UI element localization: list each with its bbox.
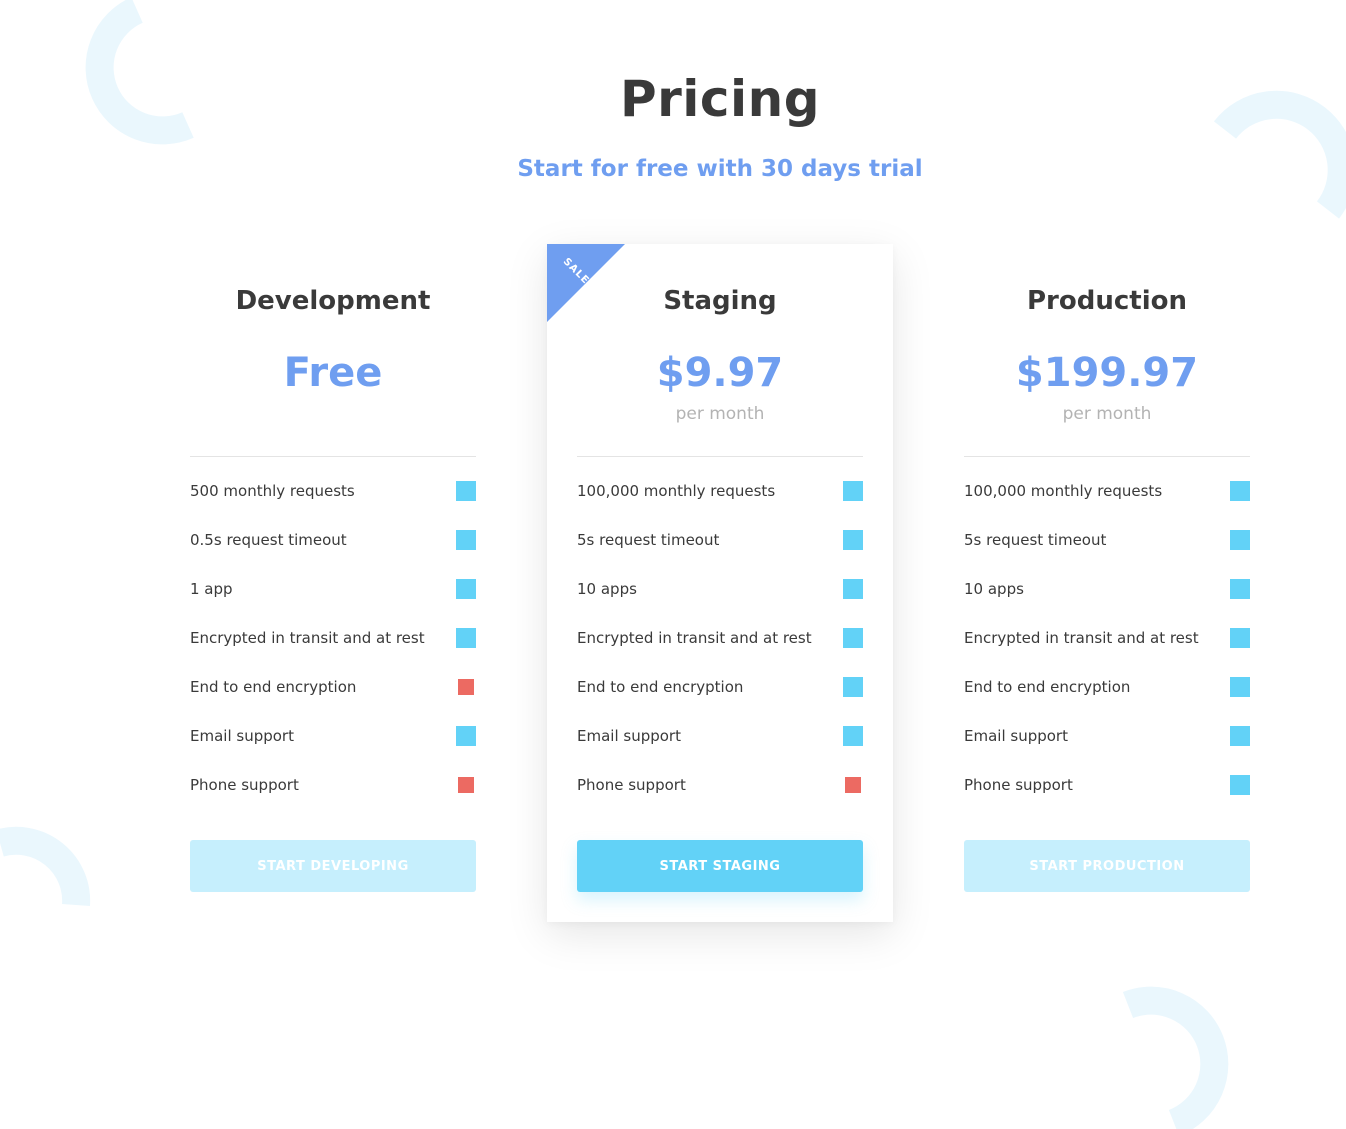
check-included-icon xyxy=(456,530,476,550)
check-included-icon xyxy=(456,628,476,648)
feature-label: 0.5s request timeout xyxy=(190,531,347,549)
check-included-icon xyxy=(843,530,863,550)
feature-item: Encrypted in transit and at rest xyxy=(190,628,476,677)
feature-item: 5s request timeout xyxy=(964,530,1250,579)
feature-item: 100,000 monthly requests xyxy=(964,481,1250,530)
feature-item: Encrypted in transit and at rest xyxy=(964,628,1250,677)
feature-list: 500 monthly requests 0.5s request timeou… xyxy=(190,481,476,824)
check-included-icon xyxy=(456,481,476,501)
check-excluded-icon xyxy=(458,777,474,793)
decor-arc-bottom-right xyxy=(1122,986,1229,1129)
feature-label: 5s request timeout xyxy=(964,531,1107,549)
check-included-icon xyxy=(1230,775,1250,795)
feature-label: Encrypted in transit and at rest xyxy=(577,629,812,647)
feature-label: Phone support xyxy=(190,776,299,794)
check-included-icon xyxy=(1230,677,1250,697)
feature-item: Email support xyxy=(577,726,863,775)
page-subtitle: Start for free with 30 days trial xyxy=(517,156,923,182)
feature-item: End to end encryption xyxy=(577,677,863,726)
feature-item: 0.5s request timeout xyxy=(190,530,476,579)
feature-label: Email support xyxy=(577,727,681,745)
feature-label: Email support xyxy=(964,727,1068,745)
page-title: Pricing xyxy=(619,70,821,128)
check-excluded-icon xyxy=(845,777,861,793)
check-included-icon xyxy=(843,481,863,501)
feature-item: 10 apps xyxy=(964,579,1250,628)
feature-label: 100,000 monthly requests xyxy=(964,482,1163,500)
feature-label: 1 app xyxy=(190,580,233,598)
plan-name: Development xyxy=(235,286,431,316)
decor-arc-bottom-left xyxy=(0,826,91,906)
plan-name: Production xyxy=(1027,286,1187,316)
plan-card-development: Development Free 500 monthly requests 0.… xyxy=(160,244,506,922)
plan-price: $9.97 xyxy=(656,350,784,396)
feature-label: End to end encryption xyxy=(577,678,744,696)
plan-card-staging: SALE Staging $9.97 per month 100,000 mon… xyxy=(547,244,893,922)
feature-item: 5s request timeout xyxy=(577,530,863,579)
feature-label: 10 apps xyxy=(577,580,637,598)
start-staging-button[interactable]: START STAGING xyxy=(577,840,863,892)
feature-item: Email support xyxy=(964,726,1250,775)
plan-price: $199.97 xyxy=(1015,350,1199,396)
feature-label: 5s request timeout xyxy=(577,531,720,549)
feature-label: 10 apps xyxy=(964,580,1024,598)
check-included-icon xyxy=(843,579,863,599)
feature-item: 10 apps xyxy=(577,579,863,628)
feature-list: 100,000 monthly requests 5s request time… xyxy=(577,481,863,824)
feature-item: Phone support xyxy=(190,775,476,824)
feature-label: Phone support xyxy=(577,776,686,794)
plan-card-production: Production $199.97 per month 100,000 mon… xyxy=(934,244,1280,922)
feature-label: End to end encryption xyxy=(964,678,1131,696)
divider xyxy=(577,456,863,457)
feature-item: Email support xyxy=(190,726,476,775)
plan-name: Staging xyxy=(663,286,777,316)
plan-period: per month xyxy=(675,404,765,424)
feature-item: Phone support xyxy=(964,775,1250,824)
start-developing-button[interactable]: START DEVELOPING xyxy=(190,840,476,892)
feature-label: 500 monthly requests xyxy=(190,482,355,500)
check-included-icon xyxy=(456,579,476,599)
divider xyxy=(964,456,1250,457)
start-production-button[interactable]: START PRODUCTION xyxy=(964,840,1250,892)
check-included-icon xyxy=(843,628,863,648)
feature-item: 100,000 monthly requests xyxy=(577,481,863,530)
feature-item: End to end encryption xyxy=(964,677,1250,726)
feature-label: 100,000 monthly requests xyxy=(577,482,776,500)
feature-list: 100,000 monthly requests 5s request time… xyxy=(964,481,1250,824)
check-included-icon xyxy=(1230,579,1250,599)
check-excluded-icon xyxy=(458,679,474,695)
feature-label: Encrypted in transit and at rest xyxy=(964,629,1199,647)
check-included-icon xyxy=(843,726,863,746)
feature-label: Encrypted in transit and at rest xyxy=(190,629,425,647)
feature-item: Phone support xyxy=(577,775,863,824)
feature-item: 1 app xyxy=(190,579,476,628)
plan-price: Free xyxy=(283,350,383,396)
check-included-icon xyxy=(843,677,863,697)
feature-item: End to end encryption xyxy=(190,677,476,726)
feature-label: Phone support xyxy=(964,776,1073,794)
feature-label: End to end encryption xyxy=(190,678,357,696)
feature-item: 500 monthly requests xyxy=(190,481,476,530)
feature-label: Email support xyxy=(190,727,294,745)
plan-period: per month xyxy=(1062,404,1152,424)
feature-item: Encrypted in transit and at rest xyxy=(577,628,863,677)
check-included-icon xyxy=(1230,530,1250,550)
divider xyxy=(190,456,476,457)
check-included-icon xyxy=(1230,628,1250,648)
check-included-icon xyxy=(1230,726,1250,746)
check-included-icon xyxy=(1230,481,1250,501)
check-included-icon xyxy=(456,726,476,746)
